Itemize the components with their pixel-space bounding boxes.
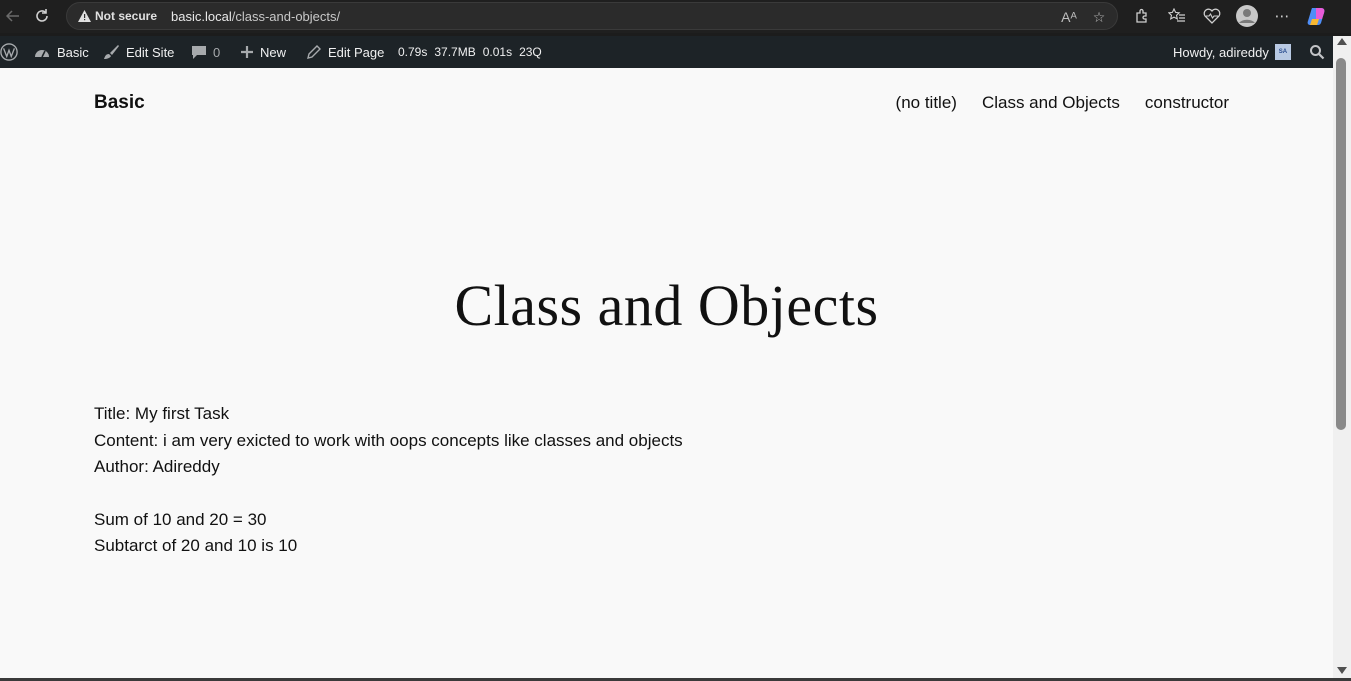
- stat-memory: 37.7MB: [434, 45, 476, 59]
- comments-link[interactable]: 0: [191, 36, 220, 68]
- pencil-icon: [306, 44, 322, 60]
- page-title: Class and Objects: [454, 273, 879, 338]
- scroll-down-arrow-icon[interactable]: [1337, 667, 1347, 674]
- content-line-author: Author: Adireddy: [94, 457, 220, 476]
- nav-item-constructor[interactable]: constructor: [1145, 93, 1229, 113]
- url-path: /class-and-objects/: [231, 8, 341, 24]
- dashboard-icon: [33, 44, 51, 60]
- address-bar[interactable]: Not secure basic.local/class-and-objects…: [66, 2, 1118, 30]
- edit-page-link[interactable]: Edit Page: [306, 36, 384, 68]
- profile-avatar-icon[interactable]: [1235, 4, 1259, 28]
- site-title[interactable]: Basic: [94, 92, 145, 114]
- page-content: Title: My first Task Content: i am very …: [94, 401, 683, 560]
- vertical-scrollbar[interactable]: [1333, 36, 1351, 678]
- howdy-greeting: Howdy, adireddy: [1173, 44, 1269, 60]
- scroll-up-arrow-icon[interactable]: [1337, 38, 1347, 45]
- url-host: basic.local: [171, 8, 232, 24]
- page-viewport: Basic (no title) Class and Objects const…: [0, 68, 1333, 678]
- account-menu[interactable]: Howdy, adireddy SA: [1173, 36, 1291, 68]
- nav-item-no-title[interactable]: (no title): [896, 93, 957, 113]
- content-line-content: Content: i am very exicted to work with …: [94, 430, 683, 450]
- more-options-icon[interactable]: ⋯: [1270, 4, 1294, 28]
- content-line-subtract: Subtarct of 20 and 10 is 10: [94, 536, 298, 555]
- browser-toolbar: Not secure basic.local/class-and-objects…: [0, 0, 1351, 33]
- comments-count: 0: [213, 44, 221, 60]
- comment-bubble-icon: [191, 44, 207, 60]
- nav-item-class-and-objects[interactable]: Class and Objects: [982, 93, 1120, 113]
- plus-icon: [240, 45, 254, 59]
- warning-icon: [77, 9, 91, 23]
- new-content-link[interactable]: New: [240, 36, 286, 68]
- edit-site-link[interactable]: Edit Site: [102, 36, 174, 68]
- stat-query-time: 0.01s: [482, 45, 513, 59]
- read-aloud-icon[interactable]: Aᴬ: [1059, 7, 1079, 27]
- query-monitor-stats[interactable]: 0.79s 37.7MB 0.01s 23Q: [398, 36, 542, 68]
- favorites-icon[interactable]: [1165, 4, 1189, 28]
- content-line-title: Title: My first Task: [94, 404, 230, 423]
- brush-icon: [102, 44, 120, 60]
- admin-site-name: Basic: [57, 44, 89, 60]
- wp-admin-bar: Basic Edit Site 0 New Edit Page 0.79s 37…: [0, 36, 1351, 68]
- user-avatar: SA: [1274, 44, 1291, 60]
- site-navigation: (no title) Class and Objects constructor: [896, 93, 1229, 113]
- content-line-sum: Sum of 10 and 20 = 30: [94, 509, 267, 529]
- edit-site-label: Edit Site: [126, 44, 175, 60]
- favorite-star-icon[interactable]: ☆: [1089, 7, 1109, 27]
- browser-essentials-icon[interactable]: [1200, 4, 1224, 28]
- url-text[interactable]: basic.local/class-and-objects/: [171, 9, 340, 24]
- new-label: New: [260, 44, 287, 60]
- back-arrow-icon[interactable]: [0, 3, 26, 29]
- stat-time: 0.79s: [398, 45, 428, 59]
- copilot-icon[interactable]: [1305, 4, 1329, 28]
- reload-icon[interactable]: [29, 3, 55, 29]
- wordpress-logo-icon[interactable]: [0, 36, 18, 68]
- edit-page-label: Edit Page: [328, 44, 385, 60]
- security-status[interactable]: Not secure: [95, 9, 157, 23]
- search-icon[interactable]: [1309, 36, 1325, 68]
- scrollbar-thumb[interactable]: [1336, 58, 1346, 430]
- stat-queries: 23Q: [519, 45, 542, 59]
- extensions-icon[interactable]: [1130, 4, 1154, 28]
- admin-site-link[interactable]: Basic: [33, 36, 89, 68]
